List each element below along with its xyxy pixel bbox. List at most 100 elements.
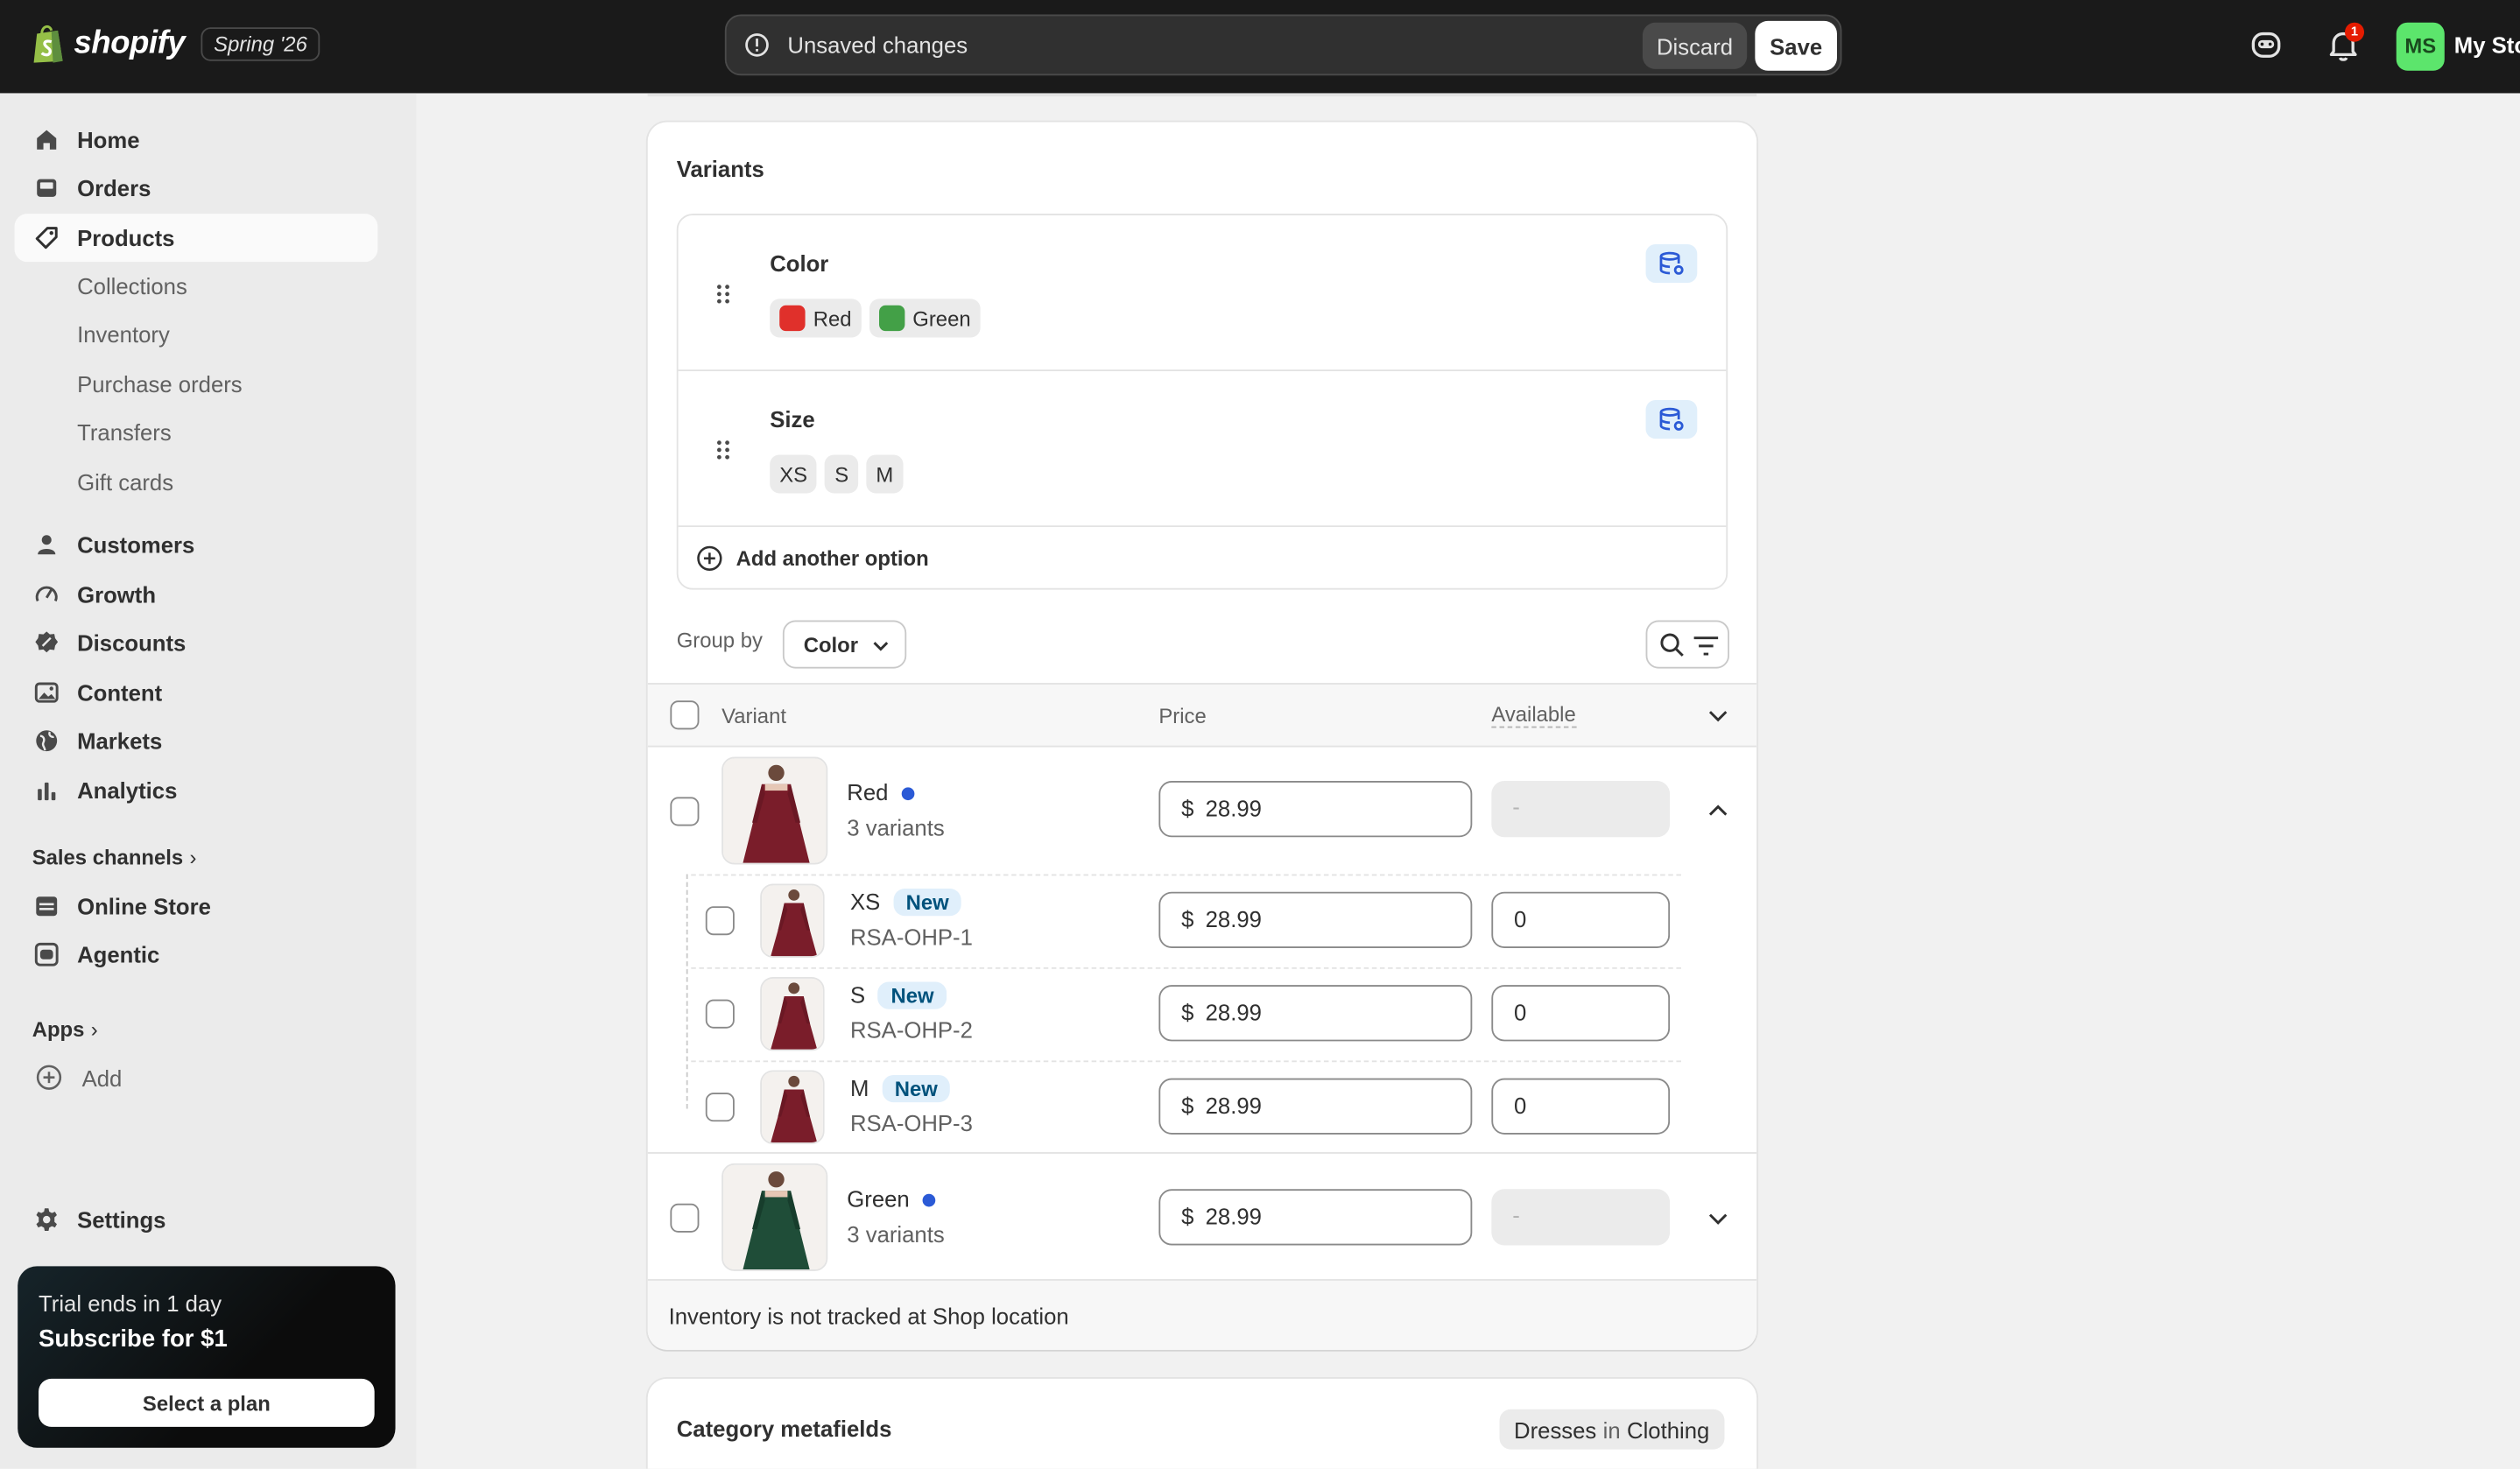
chevron-down-icon[interactable] [1707, 707, 1729, 727]
sidebar-item-growth[interactable]: Growth [15, 571, 378, 619]
variant-size: XS New [850, 889, 962, 917]
price-input[interactable]: $28.99 [1158, 985, 1473, 1042]
shopify-logo[interactable]: shopify Spring '26 [31, 23, 320, 65]
sales-channels-heading[interactable]: Sales channels › [32, 845, 197, 869]
category-tag[interactable]: Dresses in Clothing [1499, 1409, 1724, 1450]
sidebar-item-settings[interactable]: Settings [15, 1196, 378, 1244]
metafield-link-button[interactable] [1645, 243, 1698, 284]
top-bar: shopify Spring '26 Unsaved changes Disca… [0, 0, 2520, 94]
sidebar-item-home[interactable]: Home [15, 116, 378, 164]
sidebar-subitem-purchase-orders[interactable]: Purchase orders [77, 371, 243, 397]
sidebar-item-customers[interactable]: Customers [15, 521, 378, 569]
globe-icon [36, 730, 58, 752]
sidebar-subitem-collections[interactable]: Collections [77, 273, 187, 299]
price-input[interactable]: $28.99 [1158, 781, 1473, 838]
option-value-chip: XS [770, 454, 818, 494]
avatar[interactable]: MS [2396, 22, 2445, 71]
row-checkbox[interactable] [705, 1093, 735, 1122]
sidebar-item-label: Growth [77, 581, 157, 608]
metafield-link-button[interactable] [1645, 400, 1698, 439]
price-value: 28.99 [1205, 906, 1262, 932]
price-input[interactable]: $28.99 [1158, 1078, 1473, 1135]
option-row-color[interactable]: Color Red Green [678, 215, 1727, 372]
drag-handle-icon[interactable] [714, 439, 733, 461]
sidebar-item-discounts[interactable]: Discounts [15, 619, 378, 667]
option-row-size[interactable]: Size XS S M [678, 371, 1727, 528]
sidebar-item-analytics[interactable]: Analytics [15, 767, 378, 815]
sidekick-icon[interactable] [2249, 27, 2284, 62]
table-row[interactable]: S New RSA-OHP-2 $28.99 0 [648, 967, 1756, 1060]
table-row[interactable]: Red 3 variants $28.99 - [648, 748, 1756, 875]
option-name: Size [770, 406, 815, 432]
chevron-up-icon[interactable] [1707, 800, 1729, 819]
price-input[interactable]: $28.99 [1158, 891, 1473, 948]
select-plan-button[interactable]: Select a plan [39, 1378, 375, 1427]
available-input[interactable]: 0 [1491, 985, 1671, 1042]
currency-symbol: $ [1181, 999, 1194, 1026]
chevron-down-icon[interactable] [1707, 1210, 1729, 1229]
color-swatch [779, 305, 806, 332]
discard-button[interactable]: Discard [1642, 22, 1748, 69]
column-available[interactable]: Available [1491, 702, 1576, 728]
dress-image [722, 758, 827, 863]
save-button[interactable]: Save [1755, 20, 1837, 71]
drag-handle-icon[interactable] [714, 283, 733, 306]
trial-ends-text: Trial ends in 1 day [39, 1290, 222, 1317]
search-filter-button[interactable] [1645, 620, 1729, 669]
tag-icon [35, 227, 58, 250]
available-input[interactable]: 0 [1491, 891, 1671, 948]
previous-card-edge [647, 93, 1757, 97]
select-all-checkbox[interactable] [670, 700, 700, 730]
sidebar-subitem-gift-cards[interactable]: Gift cards [77, 469, 173, 495]
store-name[interactable]: My Sto [2454, 32, 2520, 58]
sidebar-item-content[interactable]: Content [15, 669, 378, 717]
unsaved-dot [901, 787, 914, 801]
table-row[interactable]: M New RSA-OHP-3 $28.99 0 [648, 1060, 1756, 1152]
price-input[interactable]: $28.99 [1158, 1189, 1473, 1246]
brand-wordmark: shopify [74, 25, 186, 60]
plus-circle-icon [36, 1065, 62, 1090]
row-checkbox[interactable] [670, 1203, 700, 1233]
sidebar-subitem-transfers[interactable]: Transfers [77, 419, 172, 445]
available-input[interactable]: 0 [1491, 1078, 1671, 1135]
variant-thumbnail[interactable] [760, 1070, 825, 1144]
new-badge: New [882, 1074, 951, 1103]
option-name: Color [770, 250, 829, 277]
currency-symbol: $ [1181, 1203, 1194, 1230]
currency-symbol: $ [1181, 1093, 1194, 1119]
row-checkbox[interactable] [705, 906, 735, 936]
trial-banner: Trial ends in 1 day Subscribe for $1 Sel… [18, 1266, 396, 1448]
inbox-icon [37, 179, 57, 197]
product-thumbnail[interactable] [722, 1163, 828, 1271]
add-another-option-button[interactable]: Add another option [696, 545, 929, 572]
notification-count-badge: 1 [2344, 22, 2365, 42]
option-value-chip: M [866, 454, 904, 494]
sidebar-item-orders[interactable]: Orders [15, 164, 378, 212]
price-value: 28.99 [1205, 1203, 1262, 1230]
column-variant: Variant [722, 703, 786, 728]
option-value-chip: Red [770, 299, 862, 338]
table-row[interactable]: XS New RSA-OHP-1 $28.99 0 [648, 875, 1756, 967]
category-name: Dresses [1514, 1416, 1597, 1443]
apps-heading[interactable]: Apps › [32, 1017, 98, 1042]
available-value: 0 [1514, 999, 1527, 1026]
dress-image [722, 1164, 827, 1270]
sidebar-item-products[interactable]: Products [14, 214, 378, 263]
add-app-label: Add [81, 1065, 123, 1091]
row-checkbox[interactable] [705, 999, 735, 1029]
sidebar-item-agentic[interactable]: Agentic [15, 931, 378, 979]
sidebar-subitem-inventory[interactable]: Inventory [77, 321, 170, 347]
row-checkbox[interactable] [670, 797, 700, 826]
group-by-select[interactable]: Color [782, 620, 907, 669]
sidebar-item-online-store[interactable]: Online Store [15, 882, 378, 931]
product-thumbnail[interactable] [722, 756, 828, 865]
variant-sku: RSA-OHP-2 [849, 1016, 973, 1044]
sidebar-item-markets[interactable]: Markets [15, 717, 378, 765]
available-input: - [1491, 1189, 1671, 1246]
variant-thumbnail[interactable] [760, 883, 825, 958]
variant-thumbnail[interactable] [760, 976, 825, 1051]
sidebar-item-label: Settings [77, 1206, 166, 1233]
add-app-button[interactable]: Add [35, 1064, 122, 1091]
table-row[interactable]: Green 3 variants $28.99 - [647, 1152, 1757, 1279]
dress-image [762, 885, 823, 957]
